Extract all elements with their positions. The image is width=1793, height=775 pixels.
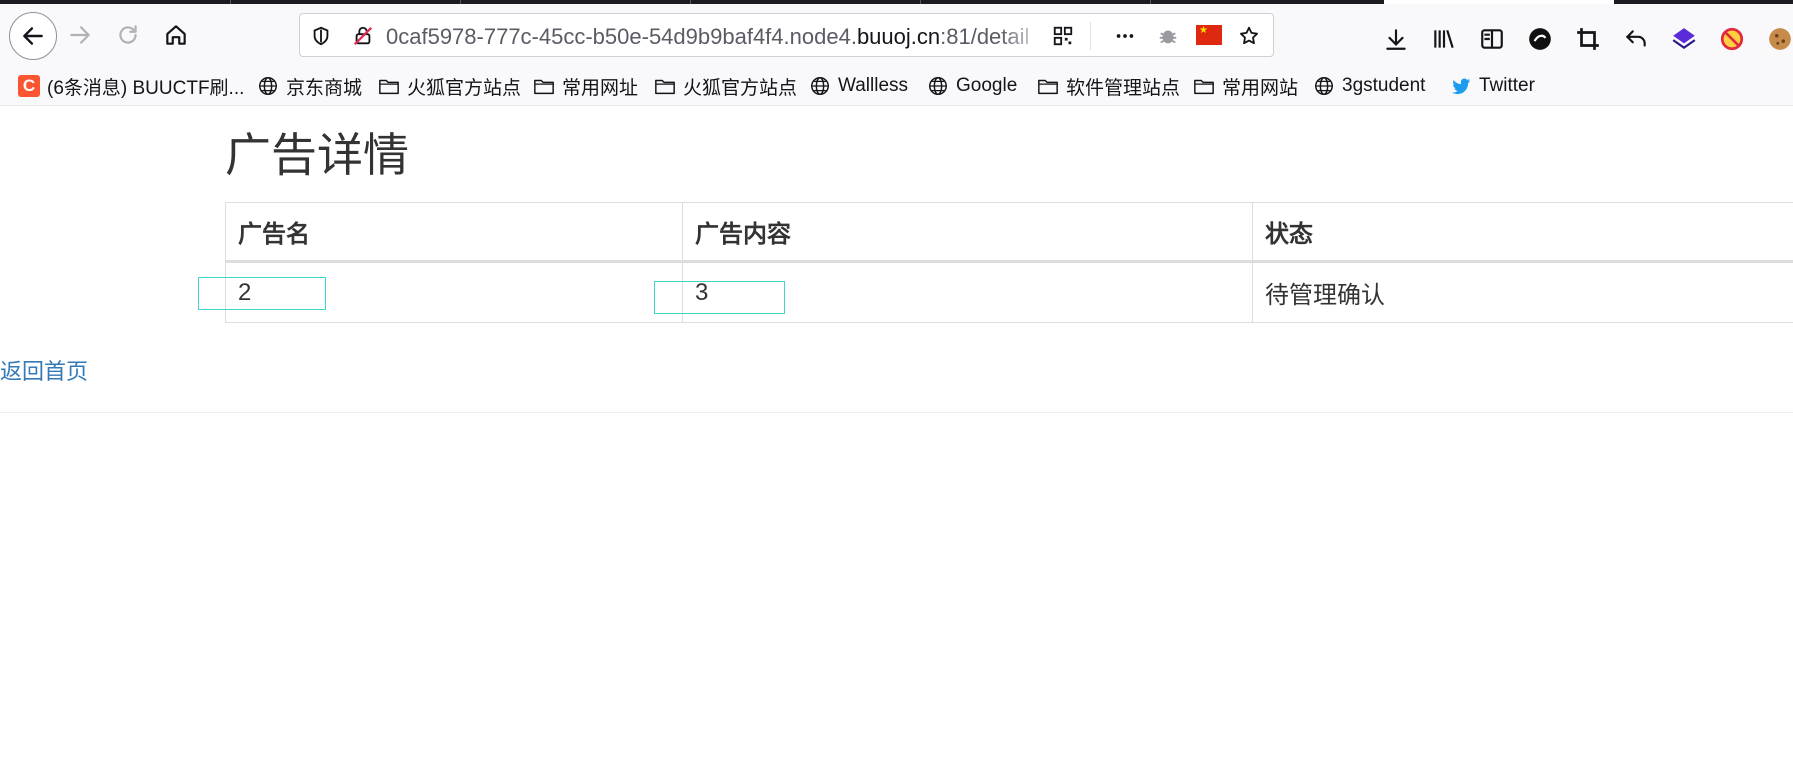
ad-detail-table: 广告名 广告内容 状态 2 3 待管理确认 bbox=[225, 202, 1793, 323]
forward-button[interactable] bbox=[60, 15, 100, 55]
return-home-link[interactable]: 返回首页 bbox=[0, 354, 88, 386]
undo-arrow-icon[interactable] bbox=[1620, 23, 1652, 55]
divider bbox=[0, 412, 1793, 413]
bookmark-label: 常用网址 bbox=[562, 77, 639, 99]
twitter-icon bbox=[1450, 75, 1472, 97]
insecure-lock-icon[interactable] bbox=[350, 23, 376, 49]
globe-icon bbox=[257, 75, 279, 97]
bookmark-folder-firefox-2[interactable]: 火狐官方站点 bbox=[654, 72, 797, 100]
bookmark-label: Wallless bbox=[838, 75, 909, 96]
bug-icon[interactable] bbox=[1155, 23, 1181, 49]
home-icon bbox=[166, 25, 186, 45]
china-flag-icon[interactable]: ★ bbox=[1196, 25, 1222, 45]
csdn-icon: C bbox=[18, 75, 40, 97]
reload-icon bbox=[119, 25, 137, 44]
bookmark-star-icon[interactable] bbox=[1236, 23, 1262, 49]
globe-icon bbox=[1313, 75, 1335, 97]
bookmark-item-wallless[interactable]: Wallless bbox=[809, 72, 908, 100]
bookmark-item-twitter[interactable]: Twitter bbox=[1450, 72, 1535, 100]
cell-status: 待管理确认 bbox=[1252, 261, 1793, 323]
bookmark-label: (6条消息) BUUCTF刷... bbox=[47, 77, 245, 99]
globe-icon bbox=[809, 75, 831, 97]
url-prefix: 0caf5978-777c-45cc-b50e-54d9b9baf4f4.nod… bbox=[386, 24, 857, 49]
bookmark-label: 常用网站 bbox=[1222, 77, 1299, 99]
bookmark-label: 软件管理站点 bbox=[1066, 77, 1181, 99]
home-button[interactable] bbox=[156, 15, 196, 55]
bookmark-item-3gstudent[interactable]: 3gstudent bbox=[1313, 72, 1425, 100]
qr-code-icon[interactable] bbox=[1050, 23, 1076, 49]
page-content: 广告详情 广告名 广告内容 状态 2 3 待管理确认 返回首页 bbox=[0, 106, 1793, 775]
column-header-status: 状态 bbox=[1252, 202, 1793, 263]
bookmark-label: 火狐官方站点 bbox=[407, 77, 522, 99]
shield-icon[interactable] bbox=[308, 23, 334, 49]
column-header-ad-name: 广告名 bbox=[225, 202, 683, 263]
reload-button[interactable] bbox=[108, 15, 148, 55]
bookmark-label: 3gstudent bbox=[1342, 75, 1426, 96]
back-button[interactable] bbox=[9, 12, 57, 60]
bookmark-folder-software[interactable]: 软件管理站点 bbox=[1037, 72, 1180, 100]
url-host: buuoj.cn bbox=[856, 24, 941, 49]
bookmark-item-jd[interactable]: 京东商城 bbox=[257, 72, 362, 100]
navigation-toolbar: 0caf5978-777c-45cc-b50e-54d9b9baf4f4.nod… bbox=[0, 4, 1793, 66]
selection-outline-ad-name bbox=[198, 277, 326, 310]
folder-icon bbox=[654, 75, 676, 97]
bookmark-folder-common-websites[interactable]: 常用网站 bbox=[1193, 72, 1298, 100]
library-icon[interactable] bbox=[1428, 23, 1460, 55]
bookmark-folder-common-sites[interactable]: 常用网址 bbox=[533, 72, 638, 100]
bookmark-item-google[interactable]: Google bbox=[927, 72, 1017, 100]
address-bar[interactable]: 0caf5978-777c-45cc-b50e-54d9b9baf4f4.nod… bbox=[299, 13, 1274, 57]
crop-icon[interactable] bbox=[1572, 23, 1604, 55]
blocked-extension-icon[interactable] bbox=[1716, 23, 1748, 55]
folder-icon bbox=[378, 75, 400, 97]
layers-extension-icon[interactable] bbox=[1668, 23, 1700, 55]
table-row: 2 3 待管理确认 bbox=[225, 261, 1793, 323]
folder-icon bbox=[1193, 75, 1215, 97]
arrow-right-icon bbox=[70, 26, 90, 44]
bookmark-label: 火狐官方站点 bbox=[683, 77, 798, 99]
folder-icon bbox=[1037, 75, 1059, 97]
more-actions-icon[interactable] bbox=[1112, 23, 1138, 49]
arrow-left-icon bbox=[23, 27, 43, 45]
url-text[interactable]: 0caf5978-777c-45cc-b50e-54d9b9baf4f4.nod… bbox=[386, 24, 1041, 50]
bookmarks-toolbar: C (6条消息) BUUCTF刷... 京东商城 火狐官方站点 常用网址 火狐官… bbox=[0, 66, 1793, 106]
folder-icon bbox=[533, 75, 555, 97]
table-header-row: 广告名 广告内容 状态 bbox=[225, 202, 1793, 263]
bookmark-label: Twitter bbox=[1479, 75, 1535, 96]
cookie-extension-icon[interactable] bbox=[1764, 23, 1793, 55]
selection-outline-ad-content bbox=[654, 281, 785, 314]
column-header-ad-content: 广告内容 bbox=[682, 202, 1253, 263]
page-title: 广告详情 bbox=[225, 128, 409, 182]
bookmark-item-buuctf[interactable]: C (6条消息) BUUCTF刷... bbox=[18, 72, 244, 100]
bookmark-folder-firefox-1[interactable]: 火狐官方站点 bbox=[378, 72, 521, 100]
globe-icon bbox=[927, 75, 949, 97]
sidebar-icon[interactable] bbox=[1476, 23, 1508, 55]
extension-dark-circle-icon[interactable] bbox=[1524, 23, 1556, 55]
download-icon[interactable] bbox=[1380, 23, 1412, 55]
bookmark-label: 京东商城 bbox=[286, 77, 363, 99]
bookmark-label: Google bbox=[956, 75, 1018, 96]
